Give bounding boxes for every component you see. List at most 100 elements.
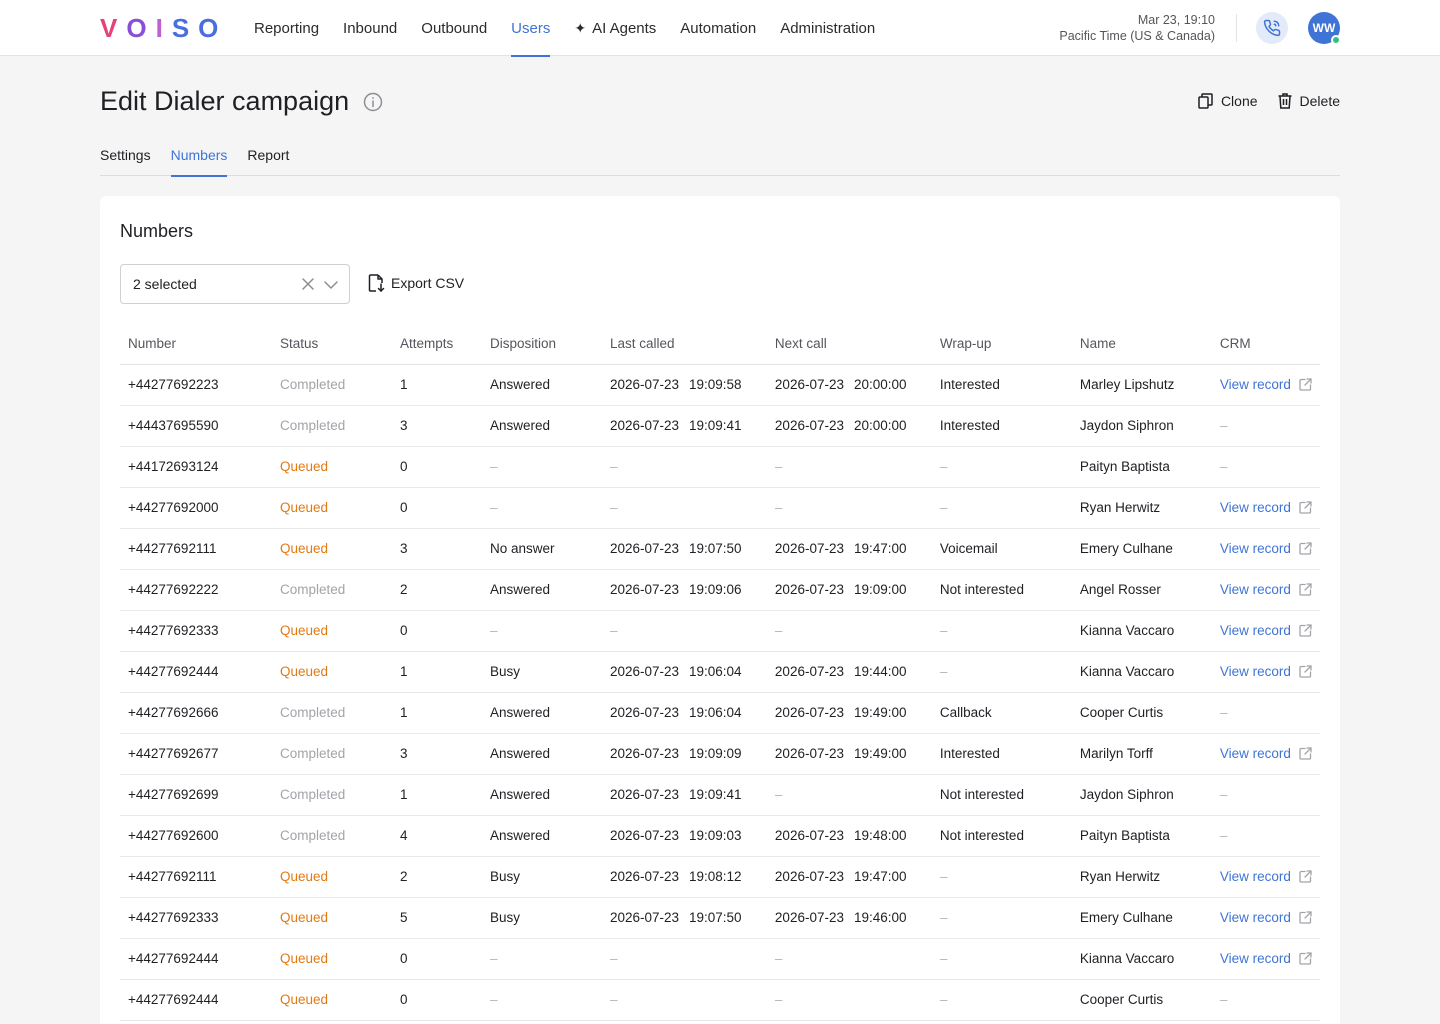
- wrapup-cell: Not interested: [931, 774, 1072, 816]
- last-called-cell: 2026-07-23 19:09:09: [601, 733, 767, 775]
- nav-item-label: AI Agents: [592, 19, 657, 37]
- view-record-link[interactable]: View record: [1220, 664, 1312, 679]
- last-date: 2026-07-23: [609, 787, 679, 802]
- empty-value: –: [609, 951, 618, 966]
- nav-outbound[interactable]: Outbound: [421, 0, 487, 56]
- column-header[interactable]: Status: [271, 323, 392, 365]
- column-header[interactable]: Last called: [601, 323, 767, 365]
- header-divider: [1236, 14, 1237, 42]
- crm-cell: –: [1211, 815, 1320, 857]
- table-row[interactable]: +44277692666 Completed 1 Answered 2026-07-23…: [120, 692, 1320, 734]
- next-date: 2026-07-23: [774, 869, 844, 884]
- column-header[interactable]: Next call: [766, 323, 932, 365]
- name-cell: Ryan Herwitz: [1071, 487, 1212, 529]
- view-record-link[interactable]: View record: [1220, 377, 1312, 392]
- next-time: 19:46:00: [853, 910, 907, 925]
- table-row[interactable]: +44277692677 Completed 3 Answered 2026-07-23…: [120, 733, 1320, 775]
- attempts-cell: 2: [391, 569, 482, 611]
- table-row[interactable]: +44277692699 Completed 1 Answered 2026-07-23…: [120, 774, 1320, 816]
- next-date: 2026-07-23: [774, 705, 844, 720]
- view-record-link[interactable]: View record: [1220, 541, 1312, 556]
- column-header[interactable]: Wrap-up: [931, 323, 1072, 365]
- nav-ai-agents[interactable]: ✦ AI Agents: [574, 0, 656, 56]
- column-header[interactable]: Number: [120, 323, 272, 365]
- table-row[interactable]: +44277692333 Queued 0– – – – Kianna Vaccaro Vie…: [120, 610, 1320, 652]
- export-csv-button[interactable]: Export CSV: [368, 274, 464, 292]
- page-title: Edit Dialer campaign: [100, 86, 383, 117]
- table-row[interactable]: +44277692444 Queued 1 Busy 2026-07-23 19:06:0…: [120, 651, 1320, 693]
- view-record-link[interactable]: View record: [1220, 500, 1312, 515]
- empty-value: –: [939, 459, 948, 474]
- table-row[interactable]: +44172693124 Queued 0– – – – Paityn Baptista –: [120, 446, 1320, 488]
- nav-inbound[interactable]: Inbound: [343, 0, 397, 56]
- info-icon[interactable]: [363, 92, 383, 112]
- view-record-link[interactable]: View record: [1220, 951, 1312, 966]
- attempts-cell: 1: [391, 364, 482, 406]
- next-called-cell: –: [766, 979, 932, 1021]
- empty-value: –: [1219, 459, 1228, 474]
- crm-cell: View record: [1211, 528, 1320, 570]
- empty-value: –: [1219, 418, 1228, 433]
- nav-administration[interactable]: Administration: [780, 0, 875, 56]
- status-cell: Queued: [271, 938, 392, 980]
- table-row[interactable]: +44437695590 Completed 3 Answered 2026-07-23…: [120, 405, 1320, 447]
- nav-users[interactable]: Users: [511, 0, 551, 57]
- table-row[interactable]: +44277692111 Queued 2 Busy 2026-07-23 19:08:1…: [120, 856, 1320, 898]
- empty-value: –: [489, 623, 498, 638]
- voiso-logo[interactable]: V O I S O: [100, 13, 227, 43]
- number-cell: +44277692444: [120, 938, 272, 980]
- name-cell: Marley Lipshutz: [1071, 364, 1212, 406]
- table-row[interactable]: +44277692333 Queued 5 Busy 2026-07-23 19:07:5…: [120, 897, 1320, 939]
- name-cell: Emery Culhane: [1071, 528, 1212, 570]
- disposition-cell: Answered: [481, 692, 602, 734]
- view-record-link[interactable]: View record: [1220, 869, 1312, 884]
- chevron-down-icon[interactable]: [323, 278, 339, 292]
- column-header[interactable]: Disposition: [481, 323, 602, 365]
- nav-item-label: Administration: [780, 19, 876, 37]
- table-row[interactable]: +44277692111 Queued 3 No answer 2026-07-23 19…: [120, 528, 1320, 570]
- name-cell: Marilyn Torff: [1071, 733, 1212, 775]
- next-date: 2026-07-23: [774, 377, 844, 392]
- last-called-cell: –: [601, 938, 767, 980]
- close-icon[interactable]: [301, 277, 315, 291]
- table-row[interactable]: +44277692223 Completed 1 Answered 2026-07-23…: [120, 364, 1320, 406]
- view-record-link[interactable]: View record: [1220, 623, 1312, 638]
- tab-numbers[interactable]: Numbers: [170, 134, 227, 177]
- tab-settings[interactable]: Settings: [100, 134, 151, 176]
- main-nav: Reporting Inbound Outbound Users ✦ AI Agents A…: [254, 0, 899, 57]
- view-record-link[interactable]: View record: [1220, 582, 1312, 597]
- number-cell: +44277692111: [120, 856, 272, 898]
- table-row[interactable]: +44277692600 Completed 4 Answered 2026-07-23…: [120, 815, 1320, 857]
- last-time: 19:09:09: [689, 746, 742, 761]
- phone-icon: [1263, 19, 1281, 37]
- tab-report[interactable]: Report: [247, 134, 289, 176]
- view-record-link[interactable]: View record: [1220, 746, 1312, 761]
- table-row[interactable]: +44277692000 Queued 0– – – – Ryan Herwitz View …: [120, 487, 1320, 529]
- external-link-icon: [1299, 378, 1312, 391]
- name-cell: Kianna Vaccaro: [1071, 938, 1212, 980]
- wrapup-cell: Interested: [931, 364, 1072, 406]
- next-called-cell: 2026-07-23 20:00:00: [766, 405, 932, 447]
- wrapup-cell: Interested: [931, 405, 1072, 447]
- column-header[interactable]: Name: [1071, 323, 1212, 365]
- table-row[interactable]: +44277692444 Queued 0– – – – Kianna Vaccaro Vie…: [120, 938, 1320, 980]
- view-record-link[interactable]: View record: [1220, 910, 1312, 925]
- last-date: 2026-07-23: [609, 869, 679, 884]
- delete-button[interactable]: Delete: [1278, 93, 1340, 109]
- name-cell: Ryan Herwitz: [1071, 856, 1212, 898]
- empty-value: –: [1219, 828, 1228, 843]
- next-date: 2026-07-23: [774, 664, 844, 679]
- status-filter-select[interactable]: 2 selected: [120, 264, 350, 304]
- column-header[interactable]: CRM: [1211, 323, 1320, 365]
- softphone-button[interactable]: [1256, 12, 1288, 44]
- next-called-cell: 2026-07-23 19:48:00: [766, 815, 932, 857]
- next-called-cell: –: [766, 610, 932, 652]
- table-row[interactable]: +44277692222 Completed 2 Answered 2026-07-23…: [120, 569, 1320, 611]
- nav-automation[interactable]: Automation: [680, 0, 756, 56]
- view-record-label: View record: [1219, 664, 1291, 679]
- wrapup-cell: –: [931, 487, 1072, 529]
- nav-reporting[interactable]: Reporting: [254, 0, 319, 56]
- table-row[interactable]: +44277692444 Queued 0– – – – Cooper Curtis –: [120, 979, 1320, 1021]
- clone-button[interactable]: Clone: [1198, 93, 1258, 109]
- column-header[interactable]: Attempts: [391, 323, 482, 365]
